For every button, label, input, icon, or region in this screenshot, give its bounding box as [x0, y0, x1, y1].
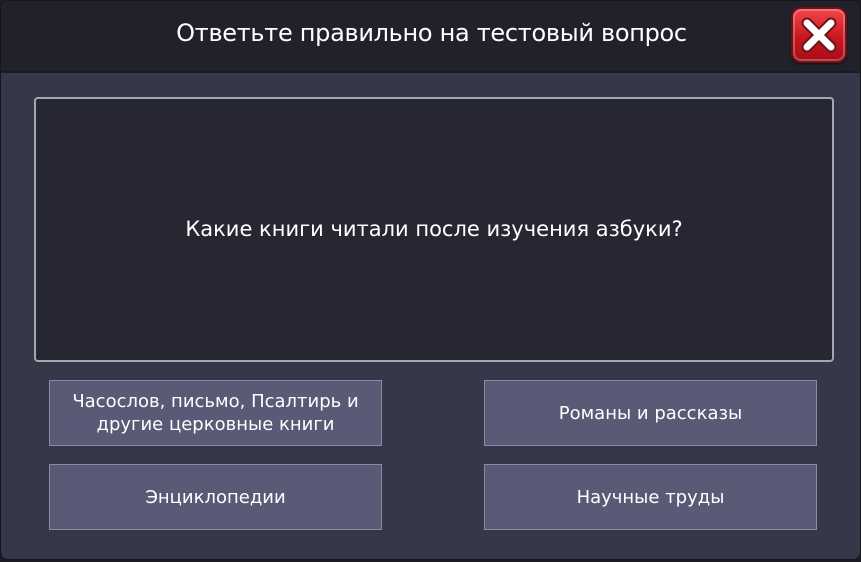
quiz-dialog: Ответьте правильно на тестовый вопрос Ка…	[0, 0, 861, 560]
close-x-icon	[801, 17, 837, 53]
answer-button-1[interactable]: Часослов, письмо, Псалтирь и другие церк…	[49, 380, 382, 446]
answer-label: Часослов, письмо, Псалтирь и другие церк…	[72, 391, 359, 435]
answer-button-2[interactable]: Романы и рассказы	[484, 380, 817, 446]
answer-button-3[interactable]: Энциклопедии	[49, 464, 382, 530]
dialog-title: Ответьте правильно на тестовый вопрос	[176, 19, 687, 47]
answer-label: Энциклопедии	[145, 486, 286, 508]
question-text: Какие книги читали после изучения азбуки…	[185, 217, 683, 241]
question-panel: Какие книги читали после изучения азбуки…	[34, 97, 834, 362]
dialog-header: Ответьте правильно на тестовый вопрос	[1, 1, 860, 73]
answer-button-4[interactable]: Научные труды	[484, 464, 817, 530]
close-button[interactable]	[791, 7, 847, 63]
answer-label: Романы и рассказы	[558, 402, 743, 424]
answer-label: Научные труды	[576, 486, 725, 508]
